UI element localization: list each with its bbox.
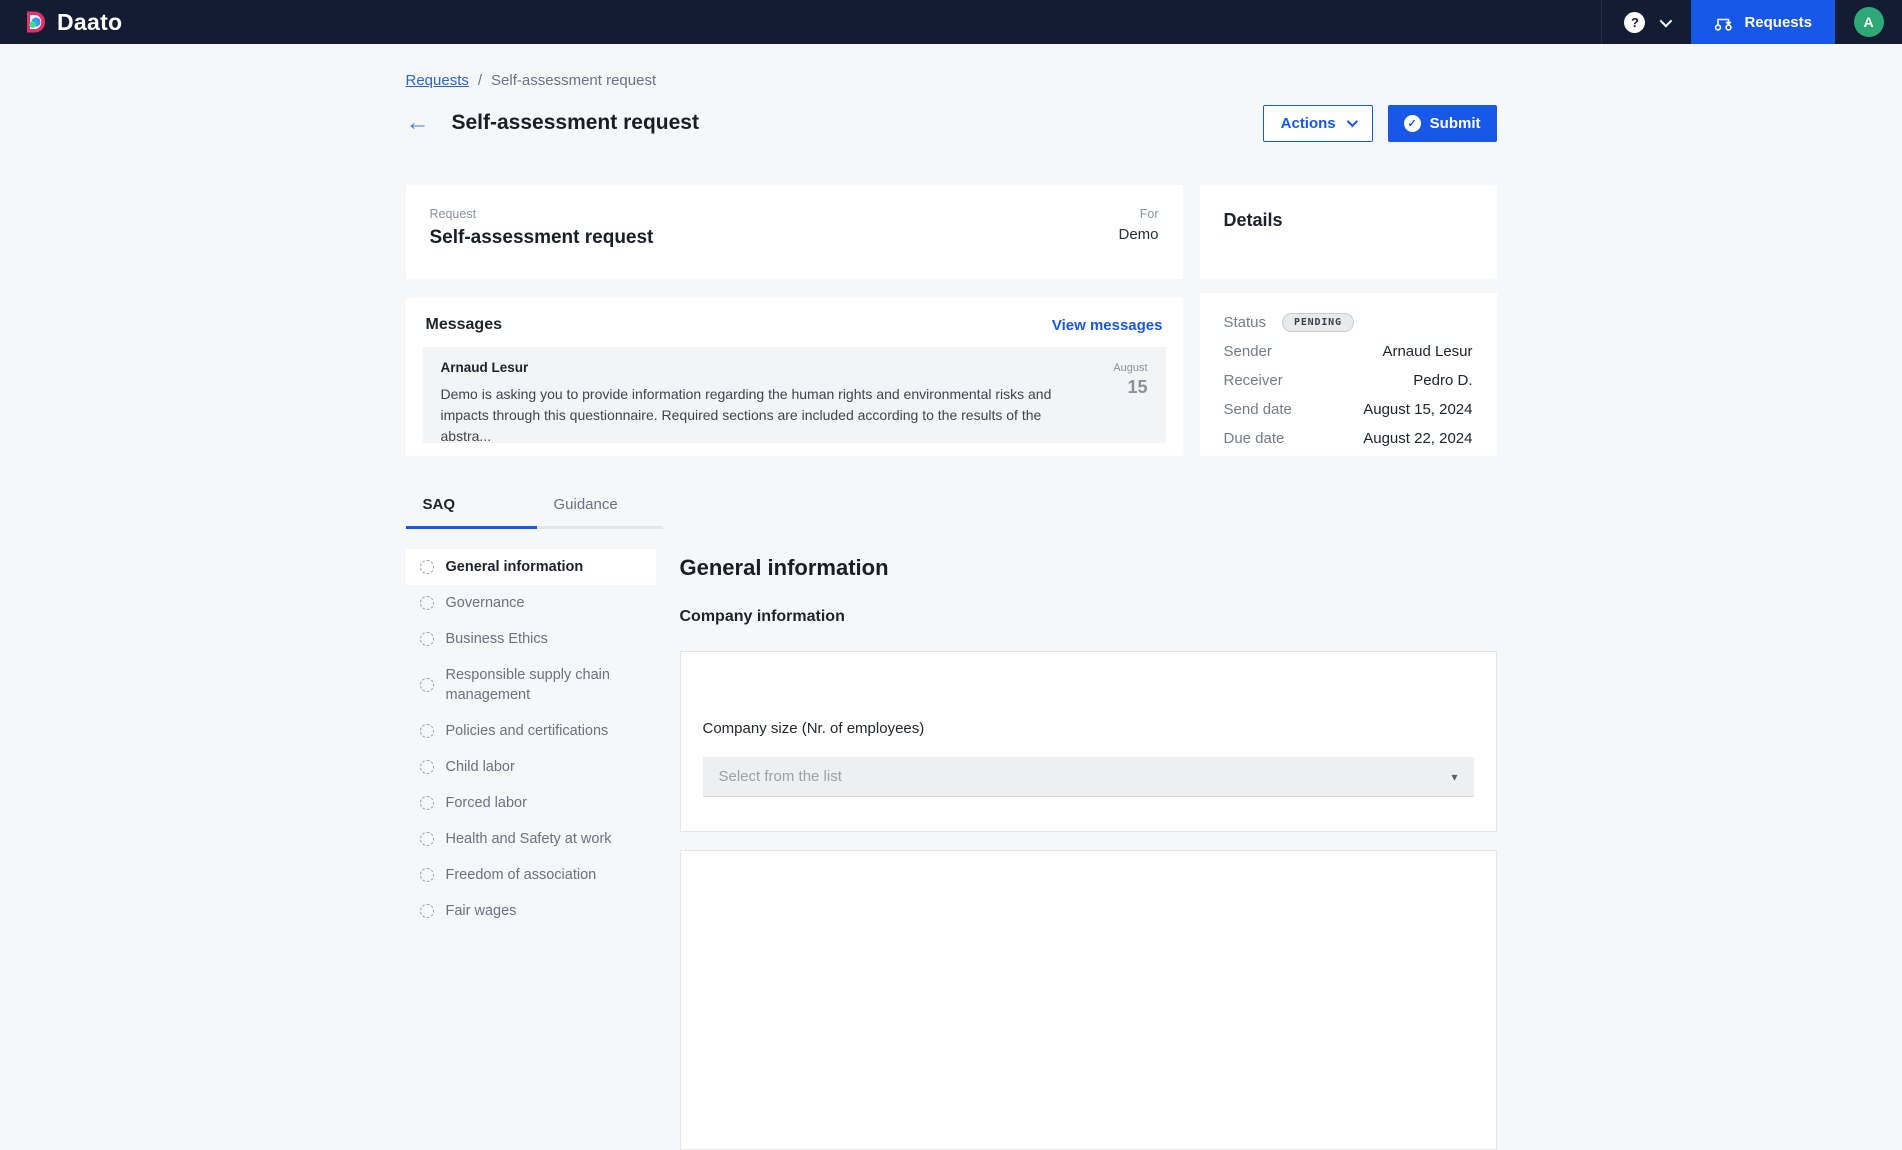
sidebar-item-fair-wages[interactable]: Fair wages <box>406 893 656 929</box>
chevron-down-icon[interactable] <box>1660 14 1673 27</box>
progress-circle-icon <box>420 678 434 692</box>
status-label: Status <box>1224 314 1267 331</box>
detail-row-receiver: Receiver Pedro D. <box>1224 366 1473 395</box>
send-date-label: Send date <box>1224 401 1292 418</box>
breadcrumb-link-requests[interactable]: Requests <box>406 72 469 89</box>
message-preview: Arnaud Lesur Demo is asking you to provi… <box>423 347 1166 443</box>
saq-section-list: General information Governance Business … <box>406 549 656 1150</box>
chevron-down-icon <box>1346 116 1357 127</box>
sidebar-item-label: Health and Safety at work <box>446 829 612 849</box>
progress-circle-icon <box>420 632 434 646</box>
sidebar-item-label: General information <box>446 557 584 577</box>
request-title: Self-assessment request <box>430 227 654 249</box>
requests-flow-icon <box>1714 13 1733 32</box>
progress-circle-icon <box>420 760 434 774</box>
message-sender: Arnaud Lesur <box>441 360 1086 375</box>
section-subheading: Company information <box>680 608 1497 626</box>
sender-label: Sender <box>1224 343 1272 360</box>
sidebar-item-governance[interactable]: Governance <box>406 585 656 621</box>
message-date-day: 15 <box>1113 377 1147 398</box>
messages-card: Messages View messages Arnaud Lesur Demo… <box>406 298 1183 456</box>
status-badge: PENDING <box>1282 313 1354 332</box>
sidebar-item-label: Forced labor <box>446 793 527 813</box>
sidebar-item-child-labor[interactable]: Child labor <box>406 749 656 785</box>
message-date-month: August <box>1113 362 1147 374</box>
progress-circle-icon <box>420 596 434 610</box>
sidebar-item-general-information[interactable]: General information <box>406 549 656 585</box>
detail-row-sender: Sender Arnaud Lesur <box>1224 337 1473 366</box>
nav-requests-label: Requests <box>1744 14 1812 31</box>
progress-circle-icon <box>420 724 434 738</box>
avatar[interactable]: A <box>1854 7 1884 37</box>
sidebar-item-business-ethics[interactable]: Business Ethics <box>406 621 656 657</box>
detail-row-due-date: Due date August 22, 2024 <box>1224 424 1473 453</box>
details-title: Details <box>1224 210 1473 231</box>
messages-title: Messages <box>426 316 503 334</box>
send-date-value: August 15, 2024 <box>1363 401 1472 418</box>
receiver-value: Pedro D. <box>1413 372 1472 389</box>
company-size-select[interactable]: Select from the list ▾ <box>703 757 1474 797</box>
detail-row-send-date: Send date August 15, 2024 <box>1224 395 1473 424</box>
help-icon[interactable]: ? <box>1624 12 1645 33</box>
message-body: Demo is asking you to provide informatio… <box>441 384 1086 447</box>
check-circle-icon: ✓ <box>1404 115 1421 132</box>
daato-logo-icon <box>25 10 48 34</box>
view-messages-link[interactable]: View messages <box>1052 317 1163 334</box>
progress-circle-icon <box>420 868 434 882</box>
brand-name: Daato <box>57 9 122 36</box>
breadcrumb: Requests / Self-assessment request <box>406 72 1497 89</box>
for-label: For <box>1118 207 1158 221</box>
details-card: Details <box>1200 185 1497 279</box>
receiver-label: Receiver <box>1224 372 1283 389</box>
progress-circle-icon <box>420 796 434 810</box>
sidebar-item-label: Child labor <box>446 757 515 777</box>
sidebar-item-freedom-of-association[interactable]: Freedom of association <box>406 857 656 893</box>
tab-bar: SAQ Guidance <box>406 490 1497 529</box>
request-label: Request <box>430 207 654 221</box>
sidebar-item-label: Freedom of association <box>446 865 597 885</box>
actions-button[interactable]: Actions <box>1263 105 1373 142</box>
request-summary-card: Request Self-assessment request For Demo <box>406 185 1183 279</box>
details-fields-card: Status PENDING Sender Arnaud Lesur Recei… <box>1200 293 1497 456</box>
sidebar-item-label: Policies and certifications <box>446 721 609 741</box>
page-header: ← Self-assessment request Actions ✓ Subm… <box>406 104 1497 142</box>
sidebar-item-responsible-supply-chain[interactable]: Responsible supply chain management <box>406 657 656 713</box>
back-arrow-icon[interactable]: ← <box>406 111 430 135</box>
tab-guidance[interactable]: Guidance <box>537 490 663 529</box>
due-date-label: Due date <box>1224 430 1285 447</box>
top-navbar: Daato ? Requests A <box>0 0 1902 44</box>
sidebar-item-label: Governance <box>446 593 525 613</box>
submit-button-label: Submit <box>1430 115 1481 132</box>
for-value: Demo <box>1118 226 1158 243</box>
sidebar-item-label: Fair wages <box>446 901 517 921</box>
page-title: Self-assessment request <box>452 111 699 135</box>
sidebar-item-health-safety[interactable]: Health and Safety at work <box>406 821 656 857</box>
message-date: August 15 <box>1113 360 1147 430</box>
actions-button-label: Actions <box>1281 115 1336 132</box>
submit-button[interactable]: ✓ Submit <box>1388 105 1497 142</box>
progress-circle-icon <box>420 560 434 574</box>
select-caret-icon: ▾ <box>1451 770 1457 784</box>
detail-row-status: Status PENDING <box>1224 308 1473 337</box>
brand[interactable]: Daato <box>25 9 122 36</box>
progress-circle-icon <box>420 832 434 846</box>
sidebar-item-label: Business Ethics <box>446 629 548 649</box>
breadcrumb-separator: / <box>478 72 482 89</box>
breadcrumb-current: Self-assessment request <box>491 72 656 89</box>
sidebar-item-forced-labor[interactable]: Forced labor <box>406 785 656 821</box>
tab-saq[interactable]: SAQ <box>406 490 537 529</box>
sender-value: Arnaud Lesur <box>1382 343 1472 360</box>
select-placeholder: Select from the list <box>719 768 842 785</box>
saq-content: General information Company information … <box>680 549 1497 1150</box>
due-date-value: August 22, 2024 <box>1363 430 1472 447</box>
sidebar-item-label: Responsible supply chain management <box>446 665 642 705</box>
question-card-company-size: Company size (Nr. of employees) Select f… <box>680 651 1497 832</box>
section-heading: General information <box>680 555 1497 581</box>
sidebar-item-policies-certifications[interactable]: Policies and certifications <box>406 713 656 749</box>
question-card-next <box>680 850 1497 1150</box>
nav-requests-button[interactable]: Requests <box>1691 0 1835 44</box>
question-label: Company size (Nr. of employees) <box>703 720 1474 737</box>
progress-circle-icon <box>420 904 434 918</box>
